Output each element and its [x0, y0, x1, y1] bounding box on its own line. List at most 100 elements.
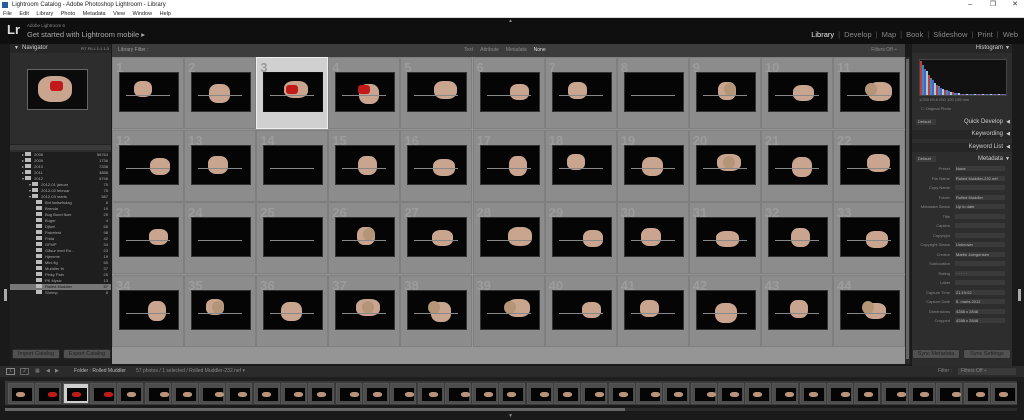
module-map[interactable]: Map [882, 30, 897, 39]
filmstrip-thumbnail[interactable] [908, 383, 935, 404]
module-library[interactable]: Library [811, 30, 834, 39]
photo-thumbnail[interactable] [335, 144, 396, 185]
grid-cell[interactable]: 9 [688, 57, 761, 129]
back-arrow-icon[interactable]: ◀ [46, 366, 50, 377]
photo-thumbnail[interactable] [263, 289, 324, 330]
photo-thumbnail[interactable] [767, 144, 828, 185]
menu-library[interactable]: Library [36, 11, 53, 17]
photo-thumbnail[interactable] [551, 72, 612, 112]
photo-thumbnail[interactable] [840, 289, 900, 330]
grid-cell[interactable]: 16 [400, 129, 473, 202]
grid-cell[interactable]: 43 [760, 274, 833, 347]
grid-cell[interactable]: 8 [616, 57, 689, 129]
grid-cell[interactable]: 12 [112, 129, 184, 202]
grid-cell[interactable]: 38 [400, 274, 473, 347]
photo-thumbnail[interactable] [479, 144, 540, 185]
photo-thumbnail[interactable] [263, 144, 324, 185]
grid-cell[interactable]: 4 [328, 57, 401, 129]
module-slideshow[interactable]: Slideshow [933, 30, 967, 39]
metadata-field[interactable] [955, 213, 1005, 219]
grid-cell[interactable]: 23 [112, 202, 184, 274]
filters-off-dropdown[interactable]: Filters Off ÷ [871, 44, 897, 57]
right-panel-toggle-icon[interactable] [1018, 289, 1021, 301]
navigator-header[interactable]: ▼ Navigator FIT FILL 1:1 1:3 [10, 44, 111, 53]
photo-thumbnail[interactable] [119, 289, 179, 330]
grid-cell[interactable]: 28 [472, 202, 545, 274]
menu-file[interactable]: File [3, 11, 12, 17]
metadata-field[interactable] [955, 223, 1005, 228]
left-panel-toggle-icon[interactable] [4, 289, 7, 301]
grid-cell[interactable]: 32 [760, 202, 833, 274]
photo-thumbnail[interactable] [335, 217, 396, 257]
folder-item[interactable]: Shrimp 8 [10, 289, 111, 296]
filmstrip-thumbnail[interactable] [990, 383, 1017, 404]
grid-scrollbar-thumb[interactable] [906, 59, 909, 359]
grid-cell[interactable]: 1 [112, 57, 184, 129]
filter-option-none[interactable]: None [534, 47, 546, 53]
filmstrip-scrollbar-thumb[interactable] [5, 408, 625, 411]
selection-info[interactable]: 57 photos / 1 selected / Rolled Muddler-… [136, 366, 245, 377]
filmstrip-thumbnail[interactable] [62, 383, 89, 404]
photo-thumbnail[interactable] [767, 72, 828, 112]
photo-thumbnail[interactable] [263, 217, 324, 257]
filmstrip-thumbnail[interactable] [499, 383, 526, 404]
grid-cell[interactable]: 18 [544, 129, 617, 202]
photo-thumbnail[interactable] [767, 217, 828, 257]
filmstrip-thumbnail[interactable] [608, 383, 635, 404]
photo-thumbnail[interactable] [551, 144, 612, 185]
breadcrumb[interactable]: Folder : Rolled Muddler [74, 366, 126, 377]
grid-cell[interactable]: 42 [688, 274, 761, 347]
grid-cell[interactable]: 39 [472, 274, 545, 347]
photo-thumbnail[interactable] [191, 289, 252, 330]
filmstrip-thumbnail[interactable] [526, 383, 553, 404]
sync-settings-button[interactable]: Sync Settings [963, 349, 1011, 359]
photo-thumbnail[interactable] [407, 217, 468, 257]
photo-thumbnail[interactable] [407, 289, 468, 330]
filmstrip-thumbnail[interactable] [117, 383, 144, 404]
photo-thumbnail[interactable] [695, 72, 756, 112]
metadata-field[interactable] [955, 185, 1005, 190]
filmstrip-thumbnail[interactable] [417, 383, 444, 404]
photo-thumbnail[interactable] [623, 72, 684, 112]
photo-thumbnail[interactable] [191, 144, 252, 185]
import-catalog-button[interactable]: Import Catalog [12, 349, 60, 359]
export-catalog-button[interactable]: Export Catalog [63, 349, 111, 359]
filter-option-metadata[interactable]: Metadata [506, 47, 527, 53]
grid-cell[interactable]: 2 [184, 57, 257, 129]
grid-cell[interactable]: 10 [760, 57, 833, 129]
original-photo-checkbox[interactable]: ☐ Original Photo [921, 106, 951, 111]
grid-cell[interactable]: 15 [328, 129, 401, 202]
photo-thumbnail[interactable] [335, 289, 396, 330]
filmstrip-thumbnail[interactable] [827, 383, 853, 404]
navigator-zoom-options[interactable]: FIT FILL 1:1 1:3 [81, 44, 109, 53]
filmstrip-thumbnail[interactable] [308, 383, 335, 404]
quick-develop-header[interactable]: Quick Develop ◀ [912, 118, 1012, 127]
photo-thumbnail[interactable] [840, 217, 900, 257]
photo-thumbnail[interactable] [119, 217, 179, 257]
close-button[interactable]: ✕ [1012, 0, 1018, 10]
filmstrip-filter-dropdown[interactable]: Filters Off ÷ [958, 368, 1016, 375]
module-develop[interactable]: Develop [844, 30, 872, 39]
filmstrip-thumbnail[interactable] [335, 383, 362, 404]
filmstrip-thumbnail[interactable] [171, 383, 198, 404]
photo-thumbnail[interactable] [623, 217, 684, 257]
filmstrip-thumbnail[interactable] [199, 383, 226, 404]
filmstrip-thumbnail[interactable] [663, 383, 690, 404]
module-print[interactable]: Print [977, 30, 992, 39]
grid-cell[interactable]: 3 [256, 57, 329, 129]
sync-metadata-button[interactable]: Sync Metadata [912, 349, 960, 359]
grid-view-icon[interactable]: ▦ [35, 366, 40, 377]
photo-thumbnail[interactable] [623, 289, 684, 330]
grid-cell[interactable]: 37 [328, 274, 401, 347]
photo-thumbnail[interactable] [407, 72, 468, 112]
grid-cell[interactable]: 17 [472, 129, 545, 202]
forward-arrow-icon[interactable]: ▶ [55, 366, 59, 377]
grid-cell[interactable]: 41 [616, 274, 689, 347]
module-book[interactable]: Book [906, 30, 923, 39]
filmstrip-thumbnail[interactable] [253, 383, 280, 404]
filmstrip-thumbnail[interactable] [854, 383, 881, 404]
photo-thumbnail[interactable] [479, 289, 540, 330]
navigator-preview[interactable] [27, 69, 88, 110]
filmstrip-thumbnail[interactable] [226, 383, 253, 404]
photo-thumbnail[interactable] [840, 72, 900, 112]
